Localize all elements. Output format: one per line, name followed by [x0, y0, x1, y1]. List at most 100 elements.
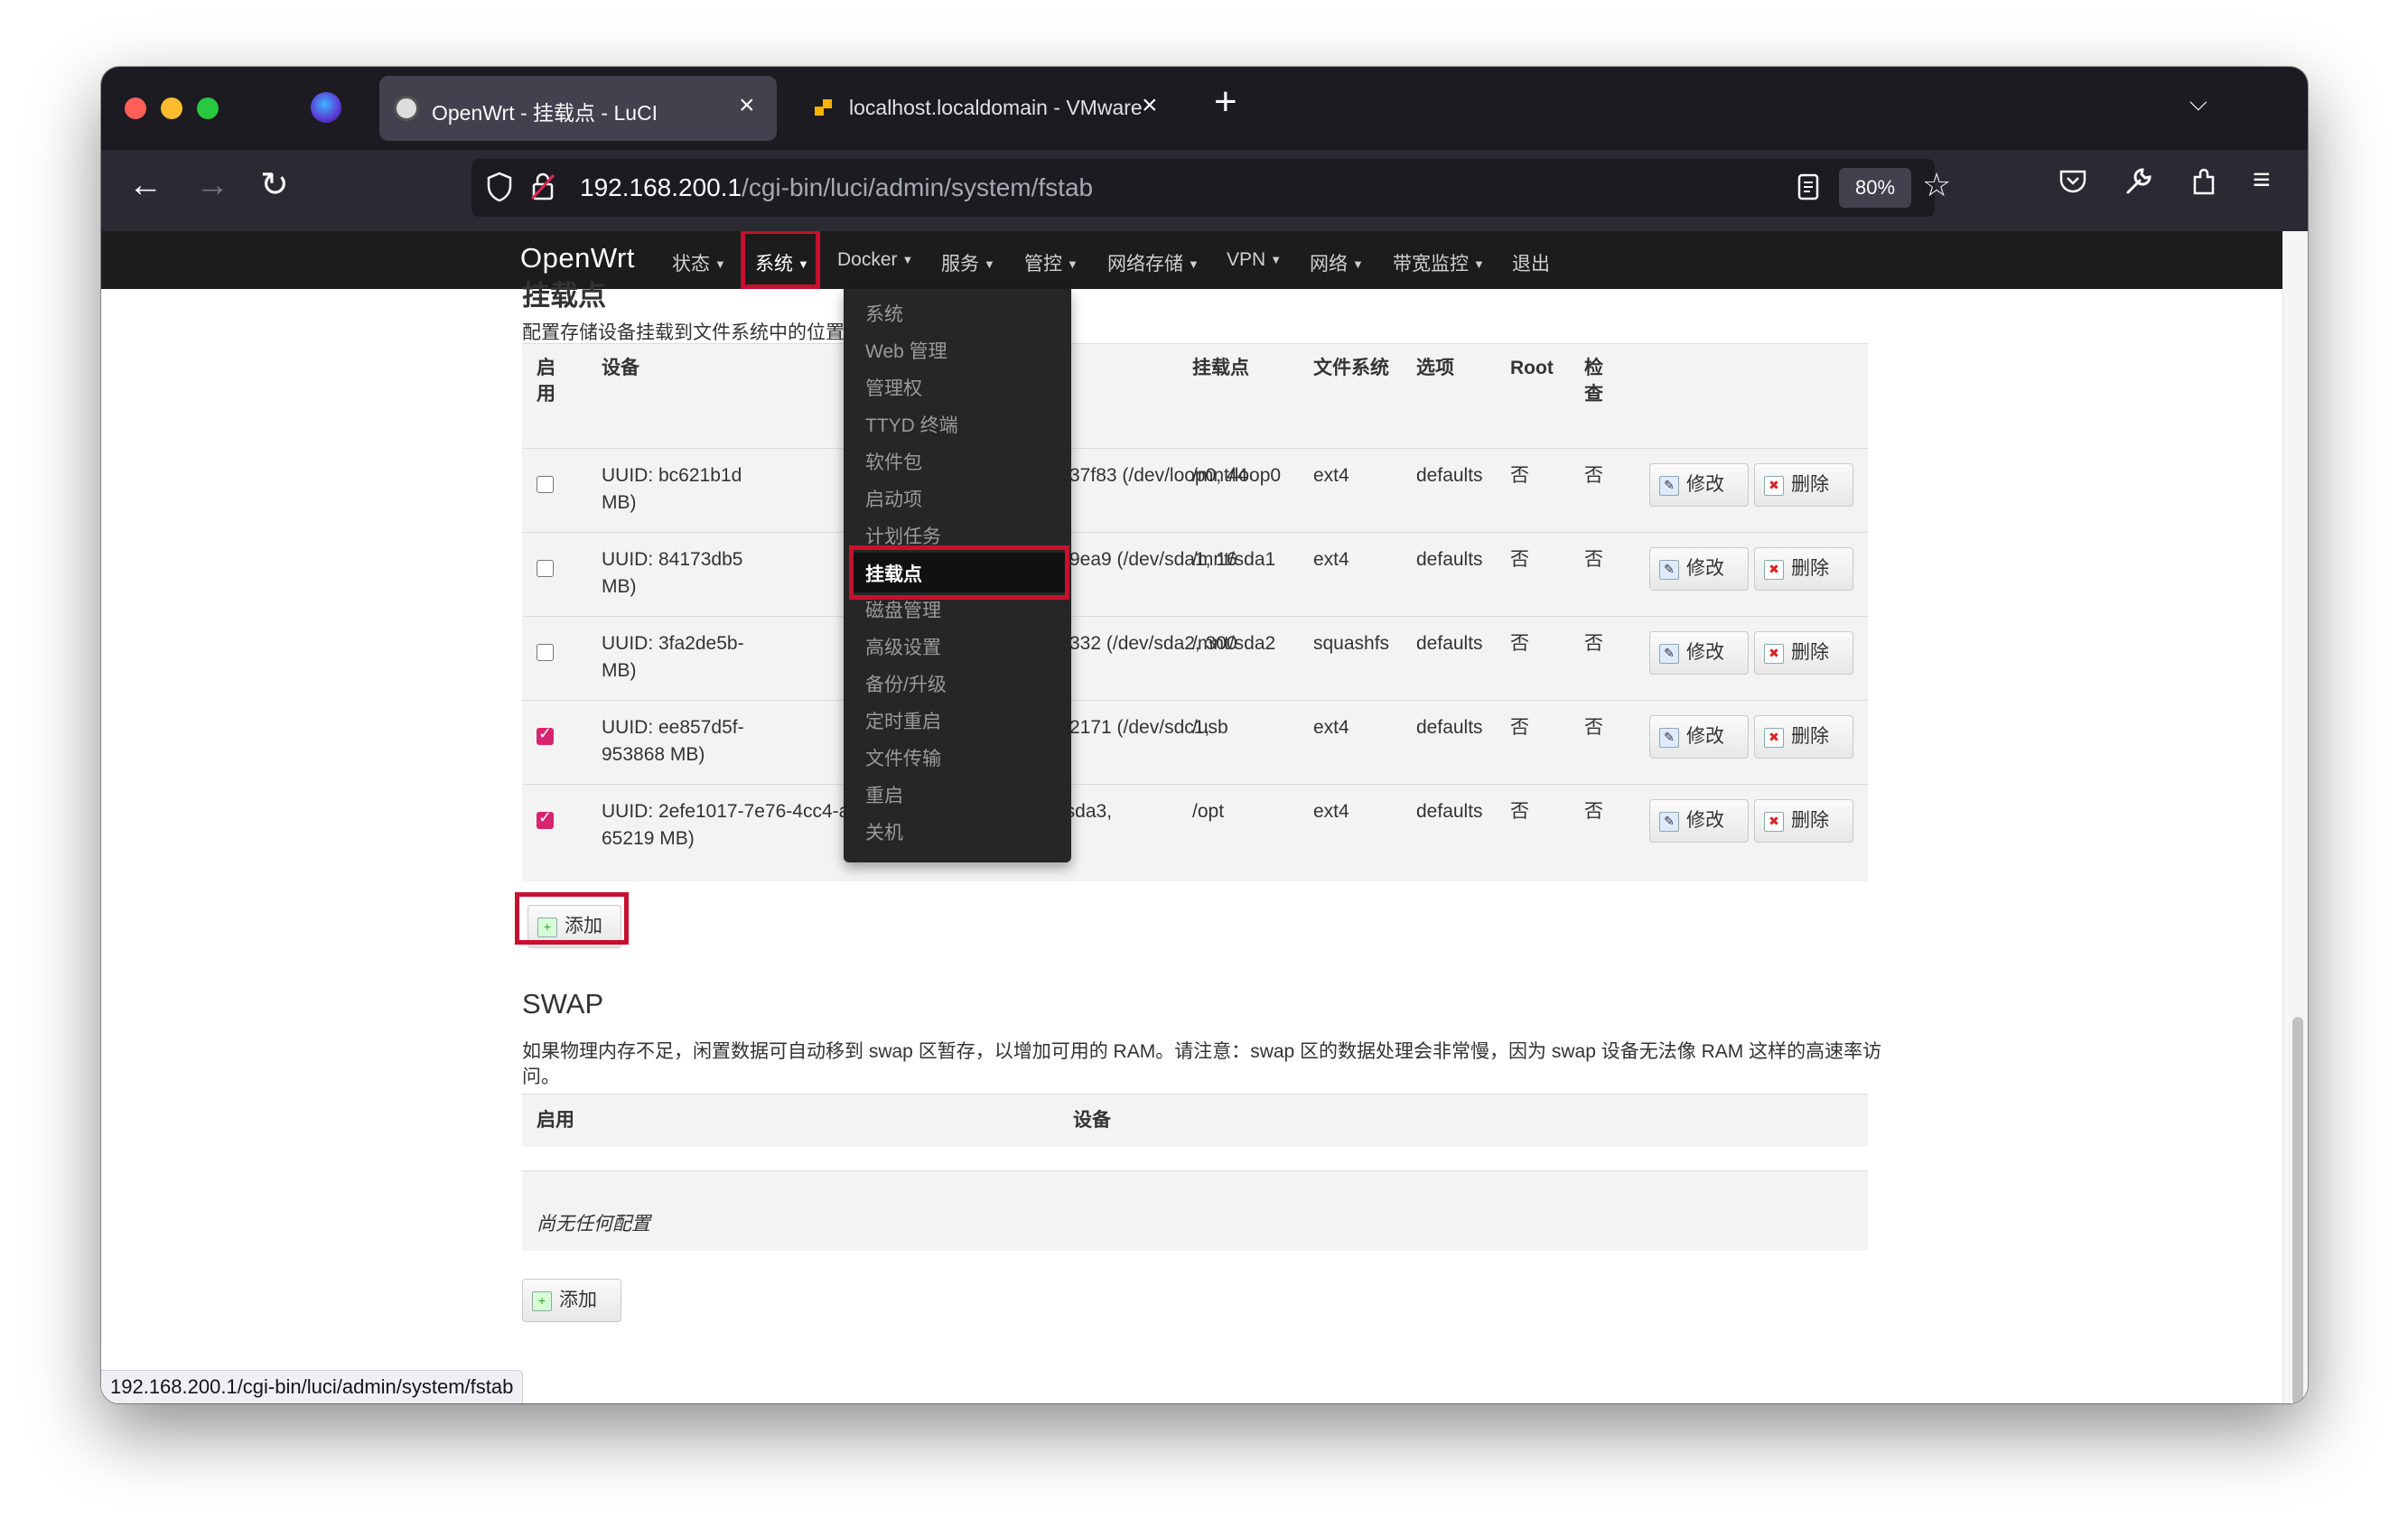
delete-label: 删除: [1791, 558, 1829, 579]
new-tab-icon[interactable]: +: [1214, 79, 1237, 125]
add-swap-button[interactable]: + 添加: [522, 1279, 621, 1322]
root: 否: [1510, 549, 1529, 570]
menu-docker[interactable]: Docker ▼: [837, 249, 913, 271]
swap-title: SWAP: [522, 988, 604, 1020]
menu-hamburger-icon[interactable]: ≡: [2253, 163, 2271, 198]
dropdown-item-backup[interactable]: 备份/升级: [865, 670, 947, 697]
firefox-view-icon[interactable]: [311, 92, 341, 123]
dropdown-item-system[interactable]: 系统: [865, 300, 903, 327]
url-bar[interactable]: 192.168.200.1/cgi-bin/luci/admin/system/…: [471, 159, 1951, 217]
menu-nas[interactable]: 网络存储 ▼: [1107, 249, 1199, 276]
openwrt-logo[interactable]: OpenWrt: [520, 242, 635, 275]
menu-bandwidth[interactable]: 带宽监控 ▼: [1393, 249, 1485, 276]
close-window-button[interactable]: [125, 98, 146, 119]
shield-icon[interactable]: [486, 172, 513, 207]
delete-button[interactable]: ✖ 删除: [1754, 631, 1853, 675]
dropdown-item-scheduled-reboot[interactable]: 定时重启: [865, 707, 941, 734]
device-line2: MB): [602, 660, 637, 681]
enable-checkbox[interactable]: [537, 476, 554, 493]
dropdown-item-reboot[interactable]: 重启: [865, 781, 903, 808]
edit-button[interactable]: ✎ 修改: [1649, 715, 1749, 759]
table-row: UUID: ee857d5f- 953868 MB) 2171 (/dev/sd…: [522, 700, 1868, 785]
highlight-add-button: [515, 892, 629, 945]
menu-label: 网络: [1310, 254, 1348, 275]
enable-checkbox[interactable]: [537, 808, 554, 829]
highlight-mounts-item: [849, 545, 1069, 600]
swap-description-line2: 问。: [522, 1067, 560, 1087]
menu-services[interactable]: 服务 ▼: [941, 249, 995, 276]
caret-down-icon: ▼: [1188, 257, 1199, 271]
menu-network[interactable]: 网络 ▼: [1310, 249, 1364, 276]
dropdown-item-disk[interactable]: 磁盘管理: [865, 596, 941, 623]
caret-down-icon: ▼: [901, 253, 914, 266]
device-line1: UUID: 84173db5: [602, 549, 743, 570]
check: 否: [1584, 717, 1603, 738]
delete-button[interactable]: ✖ 删除: [1754, 799, 1853, 843]
zoom-level[interactable]: 80%: [1839, 168, 1911, 208]
delete-icon: ✖: [1764, 644, 1784, 664]
dropdown-item-shutdown[interactable]: 关机: [865, 818, 903, 845]
enable-checkbox[interactable]: [537, 724, 554, 745]
delete-button[interactable]: ✖ 删除: [1754, 715, 1853, 759]
caret-down-icon: ▼: [1270, 253, 1283, 266]
menu-status[interactable]: 状态 ▼: [672, 249, 726, 276]
dropdown-item-advanced[interactable]: 高级设置: [865, 633, 941, 660]
menu-control[interactable]: 管控 ▼: [1024, 249, 1078, 276]
edit-button[interactable]: ✎ 修改: [1649, 547, 1749, 591]
device-line1-tail: 2171 (/dev/sdc1,: [1069, 717, 1210, 738]
luci-navbar: OpenWrt 状态 ▼ 系统 ▼ Docker ▼ 服务 ▼ 管控 ▼ 网络存储 ▼ VP…: [101, 231, 2282, 289]
filesystem: ext4: [1313, 465, 1349, 486]
reader-view-icon[interactable]: [1796, 172, 1821, 207]
back-icon[interactable]: ←: [128, 166, 163, 205]
mounts-title: 挂载点: [522, 280, 606, 312]
enable-checkbox[interactable]: [537, 560, 554, 577]
close-tab-icon[interactable]: ×: [1142, 90, 1158, 121]
dropdown-item-ttyd[interactable]: TTYD 终端: [865, 411, 958, 438]
list-tabs-icon[interactable]: ⌵: [2189, 88, 2207, 117]
minimize-window-button[interactable]: [161, 98, 182, 119]
forward-icon[interactable]: →: [195, 166, 229, 205]
dropdown-item-file-transfer[interactable]: 文件传输: [865, 744, 941, 771]
th-options: 选项: [1416, 358, 1454, 378]
swap-description-line1: 如果物理内存不足，闲置数据可自动移到 swap 区暂存，以增加可用的 RAM。请…: [522, 1041, 1882, 1062]
wrench-icon[interactable]: [2123, 166, 2153, 201]
delete-button[interactable]: ✖ 删除: [1754, 547, 1853, 591]
mounts-table-header: 启 用 设备 挂载点 文件系统 选项 Root 检 查: [522, 343, 1868, 424]
delete-icon: ✖: [1764, 728, 1784, 748]
table-row: UUID: 3fa2de5b- MB) 332 (/dev/sda2, 300 …: [522, 616, 1868, 701]
delete-button[interactable]: ✖ 删除: [1754, 463, 1853, 507]
menu-label: 状态: [672, 254, 710, 275]
zoom-window-button[interactable]: [197, 98, 219, 119]
pocket-icon[interactable]: [2058, 166, 2088, 201]
reload-icon[interactable]: ↻: [260, 164, 289, 205]
dropdown-item-startup[interactable]: 启动项: [865, 485, 922, 512]
menu-label: 带宽监控: [1393, 254, 1469, 275]
tab-vmware[interactable]: localhost.localdomain - VMware ×: [797, 76, 1194, 141]
bookmark-star-icon[interactable]: ☆: [1922, 166, 1951, 204]
edit-button[interactable]: ✎ 修改: [1649, 463, 1749, 507]
edit-button[interactable]: ✎ 修改: [1649, 799, 1749, 843]
options: defaults: [1416, 465, 1483, 486]
filesystem: ext4: [1313, 717, 1349, 738]
scrollbar-thumb[interactable]: [2292, 1017, 2303, 1403]
insecure-lock-icon[interactable]: [529, 172, 556, 207]
enable-checkbox[interactable]: [537, 644, 554, 661]
edit-button[interactable]: ✎ 修改: [1649, 631, 1749, 675]
dropdown-item-packages[interactable]: 软件包: [865, 448, 922, 475]
dropdown-item-admin-rights[interactable]: 管理权: [865, 374, 922, 401]
delete-label: 删除: [1791, 474, 1829, 495]
dropdown-item-web-admin[interactable]: Web 管理: [865, 337, 947, 364]
menu-vpn[interactable]: VPN ▼: [1227, 249, 1282, 271]
mountpoint: /mnt/sda2: [1192, 633, 1276, 654]
menu-logout[interactable]: 退出: [1512, 249, 1550, 276]
extensions-icon[interactable]: [2189, 166, 2220, 201]
th-check: 检 查: [1584, 358, 1603, 405]
url-text[interactable]: 192.168.200.1/cgi-bin/luci/admin/system/…: [580, 173, 1093, 202]
close-tab-icon[interactable]: ×: [739, 90, 755, 121]
status-bar-url: 192.168.200.1/cgi-bin/luci/admin/system/…: [101, 1370, 524, 1403]
openwrt-favicon-icon: [394, 96, 419, 121]
scrollbar[interactable]: [2282, 231, 2308, 1403]
system-dropdown-menu: 系统 Web 管理 管理权 TTYD 终端 软件包 启动项 计划任务 挂载点 磁…: [844, 289, 1071, 862]
th-filesystem: 文件系统: [1313, 358, 1389, 378]
tab-openwrt[interactable]: OpenWrt - 挂载点 - LuCI ×: [379, 76, 777, 141]
